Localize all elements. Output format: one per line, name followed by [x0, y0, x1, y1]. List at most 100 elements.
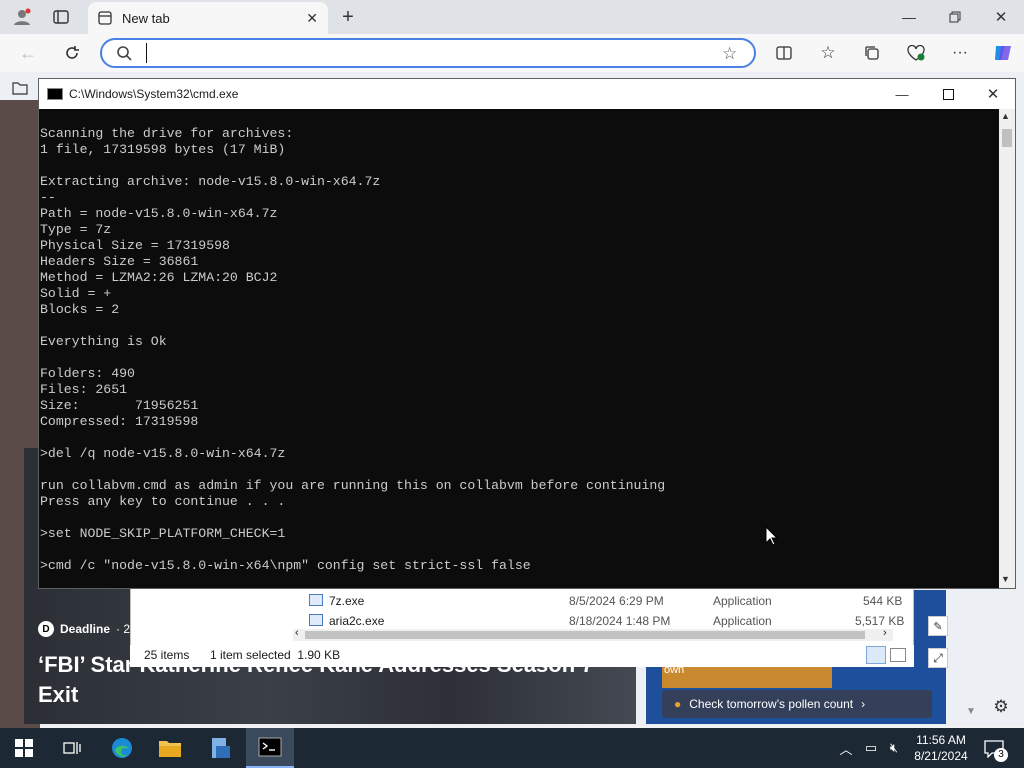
tab-new-tab[interactable]: New tab ✕ — [88, 2, 328, 34]
pollen-icon: ● — [674, 697, 682, 711]
mouse-cursor-icon — [765, 525, 779, 549]
terminal-line: >cmd /c "node-v15.8.0-win-x64\npm" confi… — [40, 558, 531, 573]
favorites-icon[interactable]: ☆ — [816, 42, 840, 64]
details-view-icon[interactable] — [866, 646, 886, 664]
favorite-star-icon[interactable]: ☆ — [722, 44, 737, 64]
status-item-count: 25 items — [144, 648, 190, 662]
tab-title: New tab — [122, 10, 170, 26]
status-selection: 1 item selected 1.90 KB — [210, 648, 341, 662]
favorites-bar-folder-icon[interactable] — [10, 78, 30, 98]
scrollbar-thumb[interactable] — [1002, 129, 1012, 147]
file-date: 8/18/2024 1:48 PM — [569, 614, 671, 628]
clock[interactable]: 11:56 AM 8/21/2024 — [910, 732, 972, 766]
terminal-line: Headers Size = 36861 — [40, 254, 199, 269]
minimize-cmd-icon[interactable]: — — [891, 83, 913, 105]
notification-count-badge: 3 — [994, 748, 1008, 762]
scroll-right-icon[interactable]: › — [883, 627, 887, 639]
file-row[interactable]: aria2c.exe 8/18/2024 1:48 PM Application… — [131, 611, 911, 631]
profile-icon[interactable] — [10, 6, 34, 28]
terminal-line: >del /q node-v15.8.0-win-x64.7z — [40, 446, 286, 461]
terminal-line: Extracting archive: node-v15.8.0-win-x64… — [40, 174, 381, 189]
minimize-browser-icon[interactable]: — — [898, 6, 920, 28]
file-type: Application — [713, 594, 772, 608]
tray-chevron-up-icon[interactable]: ︿ — [838, 738, 854, 758]
address-bar[interactable]: ☆ — [100, 38, 756, 68]
notifications-button[interactable]: 3 — [982, 738, 1010, 762]
terminal-line: run collabvm.cmd as admin if you are run… — [40, 478, 666, 493]
news-source: Deadline — [60, 622, 111, 636]
terminal-line: Scanning the drive for archives: — [40, 126, 294, 141]
settings-gear-icon[interactable]: ⚙ — [990, 696, 1012, 718]
start-button[interactable] — [2, 728, 46, 768]
terminal-line: Physical Size = 17319598 — [40, 238, 230, 253]
scroll-up-icon[interactable]: ▲ — [1001, 111, 1010, 121]
file-name: 7z.exe — [329, 594, 365, 608]
scroll-down-icon[interactable]: ▼ — [1001, 574, 1010, 584]
file-date: 8/5/2024 6:29 PM — [569, 594, 664, 608]
terminal-line: -- — [40, 190, 56, 205]
maximize-cmd-icon[interactable] — [937, 83, 959, 105]
split-screen-icon[interactable] — [772, 42, 796, 64]
cmd-vertical-scrollbar[interactable]: ▲ ▼ — [999, 109, 1015, 588]
close-tab-icon[interactable]: ✕ — [306, 10, 318, 27]
server-manager-taskbar-icon[interactable] — [198, 728, 242, 768]
tab-actions-icon[interactable] — [50, 6, 72, 28]
clock-time: 11:56 AM — [916, 733, 966, 747]
cmd-title-bar[interactable]: C:\Windows\System32\cmd.exe — ✕ — [39, 79, 1015, 109]
terminal-line: Size: 71956251 — [40, 398, 199, 413]
close-cmd-icon[interactable]: ✕ — [982, 83, 1004, 105]
cmd-app-icon — [47, 88, 63, 100]
collections-icon[interactable] — [860, 42, 884, 64]
browser-essentials-icon[interactable] — [904, 42, 928, 64]
horizontal-scrollbar[interactable]: ‹ › — [293, 627, 893, 641]
terminal-line: Press any key to continue . . . — [40, 494, 286, 509]
new-tab-button[interactable]: + — [336, 6, 360, 28]
edge-taskbar-icon[interactable] — [100, 728, 144, 768]
scrollbar-thumb[interactable] — [305, 631, 865, 639]
edit-card-icon[interactable]: ✎ — [928, 616, 948, 636]
large-icons-view-icon[interactable] — [890, 648, 906, 662]
copilot-icon[interactable] — [990, 40, 1016, 66]
cmd-window-title: C:\Windows\System32\cmd.exe — [69, 87, 239, 101]
terminal-line: Files: 2651 — [40, 382, 128, 397]
cmd-taskbar-icon[interactable] — [246, 728, 294, 768]
refresh-icon[interactable] — [60, 42, 84, 64]
address-input[interactable] — [146, 43, 706, 63]
task-view-icon[interactable] — [50, 728, 94, 768]
terminal-output[interactable]: Scanning the drive for archives: 1 file, … — [40, 126, 996, 586]
terminal-line: Compressed: 17319598 — [40, 414, 199, 429]
restore-browser-icon[interactable] — [944, 6, 966, 28]
terminal-line: >set NODE_SKIP_PLATFORM_CHECK=1 — [40, 526, 286, 541]
expand-icon[interactable]: ⤢ — [928, 648, 948, 668]
exe-file-icon — [309, 594, 323, 606]
file-name: aria2c.exe — [329, 614, 385, 628]
news-source-logo-icon: D — [38, 621, 54, 637]
cmd-window[interactable]: C:\Windows\System32\cmd.exe — ✕ Scanning… — [38, 78, 1016, 589]
chevron-right-icon: › — [861, 697, 866, 711]
file-type: Application — [713, 614, 772, 628]
pollen-link[interactable]: ● Check tomorrow’s pollen count › — [662, 690, 932, 718]
file-row[interactable]: 7z.exe 8/5/2024 6:29 PM Application 544 … — [131, 591, 911, 611]
explorer-status-bar: 25 items 1 item selected 1.90 KB — [130, 645, 914, 667]
more-options-icon[interactable]: ··· — [948, 42, 972, 64]
scroll-down-icon[interactable]: ▼ — [964, 704, 978, 718]
file-size: 544 KB — [863, 594, 903, 608]
new-tab-page-icon — [98, 11, 112, 25]
network-icon[interactable]: ▭ — [862, 738, 880, 758]
file-explorer-taskbar-icon[interactable] — [148, 728, 192, 768]
back-icon[interactable]: ← — [16, 42, 40, 64]
clock-date: 8/21/2024 — [914, 749, 968, 763]
volume-muted-icon[interactable]: 🔇︎ — [884, 738, 904, 758]
close-browser-icon[interactable]: ✕ — [990, 6, 1012, 28]
terminal-line: 1 file, 17319598 bytes (17 MiB) — [40, 142, 286, 157]
scroll-left-icon[interactable]: ‹ — [295, 627, 299, 639]
terminal-line: Folders: 490 — [40, 366, 135, 381]
terminal-line: Type = 7z — [40, 222, 112, 237]
